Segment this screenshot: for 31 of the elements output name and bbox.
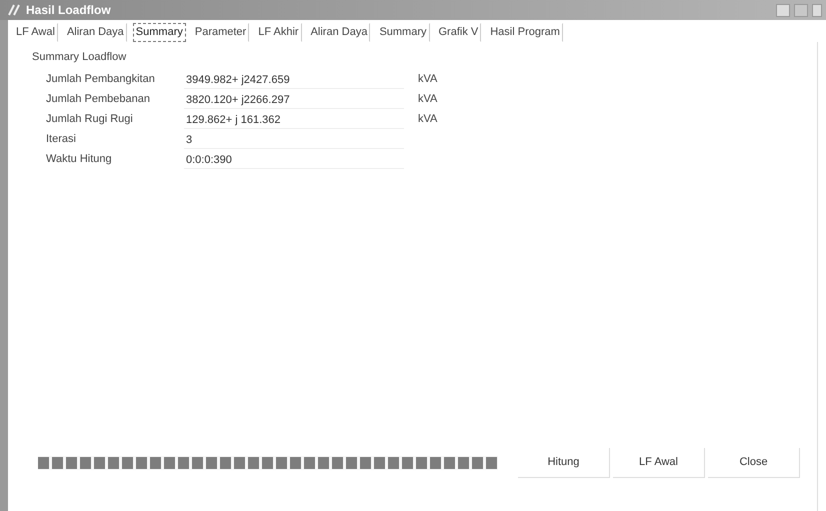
app-icon xyxy=(8,4,22,16)
tab[interactable]: LF Akhir xyxy=(255,23,302,42)
value-field[interactable]: 3949.982+ j2427.659 xyxy=(184,70,404,88)
field-label: Jumlah Pembebanan xyxy=(46,92,151,108)
unit-label: kVA xyxy=(418,92,438,108)
tab[interactable]: Aliran Daya xyxy=(64,23,127,42)
field-label: Iterasi xyxy=(46,132,77,148)
tab[interactable]: Summary xyxy=(376,23,430,42)
field-label: Jumlah Rugi Rugi xyxy=(46,112,134,128)
minimize-button[interactable] xyxy=(794,4,808,16)
tab[interactable]: Grafik V xyxy=(436,23,482,42)
tab[interactable]: Hasil Program xyxy=(487,23,563,42)
close-button[interactable] xyxy=(812,4,822,16)
action-button[interactable]: LF Awal xyxy=(613,448,705,478)
tab[interactable]: Parameter xyxy=(192,23,250,42)
tab[interactable]: Aliran Daya xyxy=(308,23,370,42)
field-label: Jumlah Pembangkitan xyxy=(46,72,156,88)
unit-label: kVA xyxy=(418,112,438,128)
tab[interactable]: LF Awal xyxy=(13,23,58,42)
value-field[interactable]: 3820.120+ j2266.297 xyxy=(184,90,404,108)
section-title: Summary Loadflow xyxy=(32,50,128,65)
action-button[interactable]: Hitung xyxy=(518,448,610,478)
action-button[interactable]: Close xyxy=(708,448,800,478)
value-field[interactable]: 129.862+ j 161.362 xyxy=(184,110,404,128)
window-title: Hasil Loadflow xyxy=(26,2,111,19)
value-field[interactable]: 3 xyxy=(184,130,404,148)
unit-label: kVA xyxy=(418,72,438,88)
help-button[interactable] xyxy=(776,4,790,16)
tab[interactable]: Summary xyxy=(132,23,186,42)
field-label: Waktu Hitung xyxy=(46,152,113,168)
value-field[interactable]: 0:0:0:390 xyxy=(184,150,404,168)
